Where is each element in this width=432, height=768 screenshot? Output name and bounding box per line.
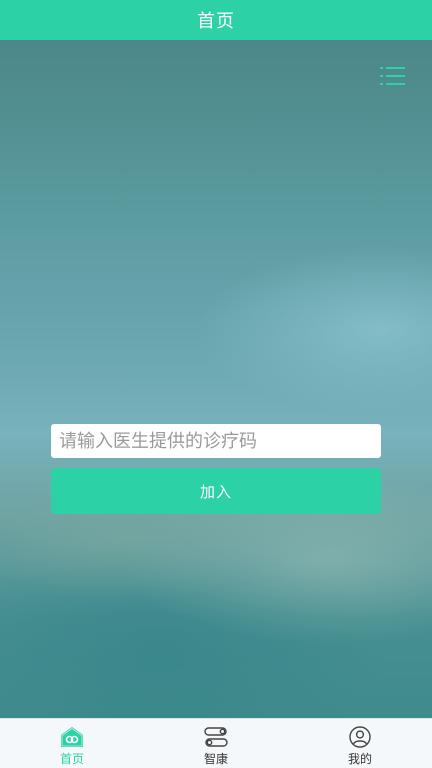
menu-icon[interactable] [380, 66, 406, 86]
tab-home-label: 首页 [59, 752, 84, 766]
background-image [0, 40, 432, 718]
switch-icon [204, 727, 228, 747]
home-icon [61, 727, 83, 747]
diagnosis-code-input[interactable] [51, 424, 381, 458]
tab-home[interactable]: 首页 [0, 719, 144, 768]
page-title: 首页 [197, 11, 235, 32]
profile-icon [349, 726, 371, 748]
tab-zhikang-label: 智康 [203, 752, 228, 766]
tab-mine-label: 我的 [347, 752, 372, 766]
tab-zhikang[interactable]: 智康 [144, 719, 288, 768]
tab-mine[interactable]: 我的 [288, 719, 432, 768]
app-header: 首页 [0, 0, 432, 40]
menu-icon-graphic [380, 67, 405, 85]
app-screen: 首页 加入 首页 [0, 0, 432, 768]
bottom-nav: 首页 智康 我的 [0, 718, 432, 768]
join-button[interactable]: 加入 [51, 468, 381, 514]
